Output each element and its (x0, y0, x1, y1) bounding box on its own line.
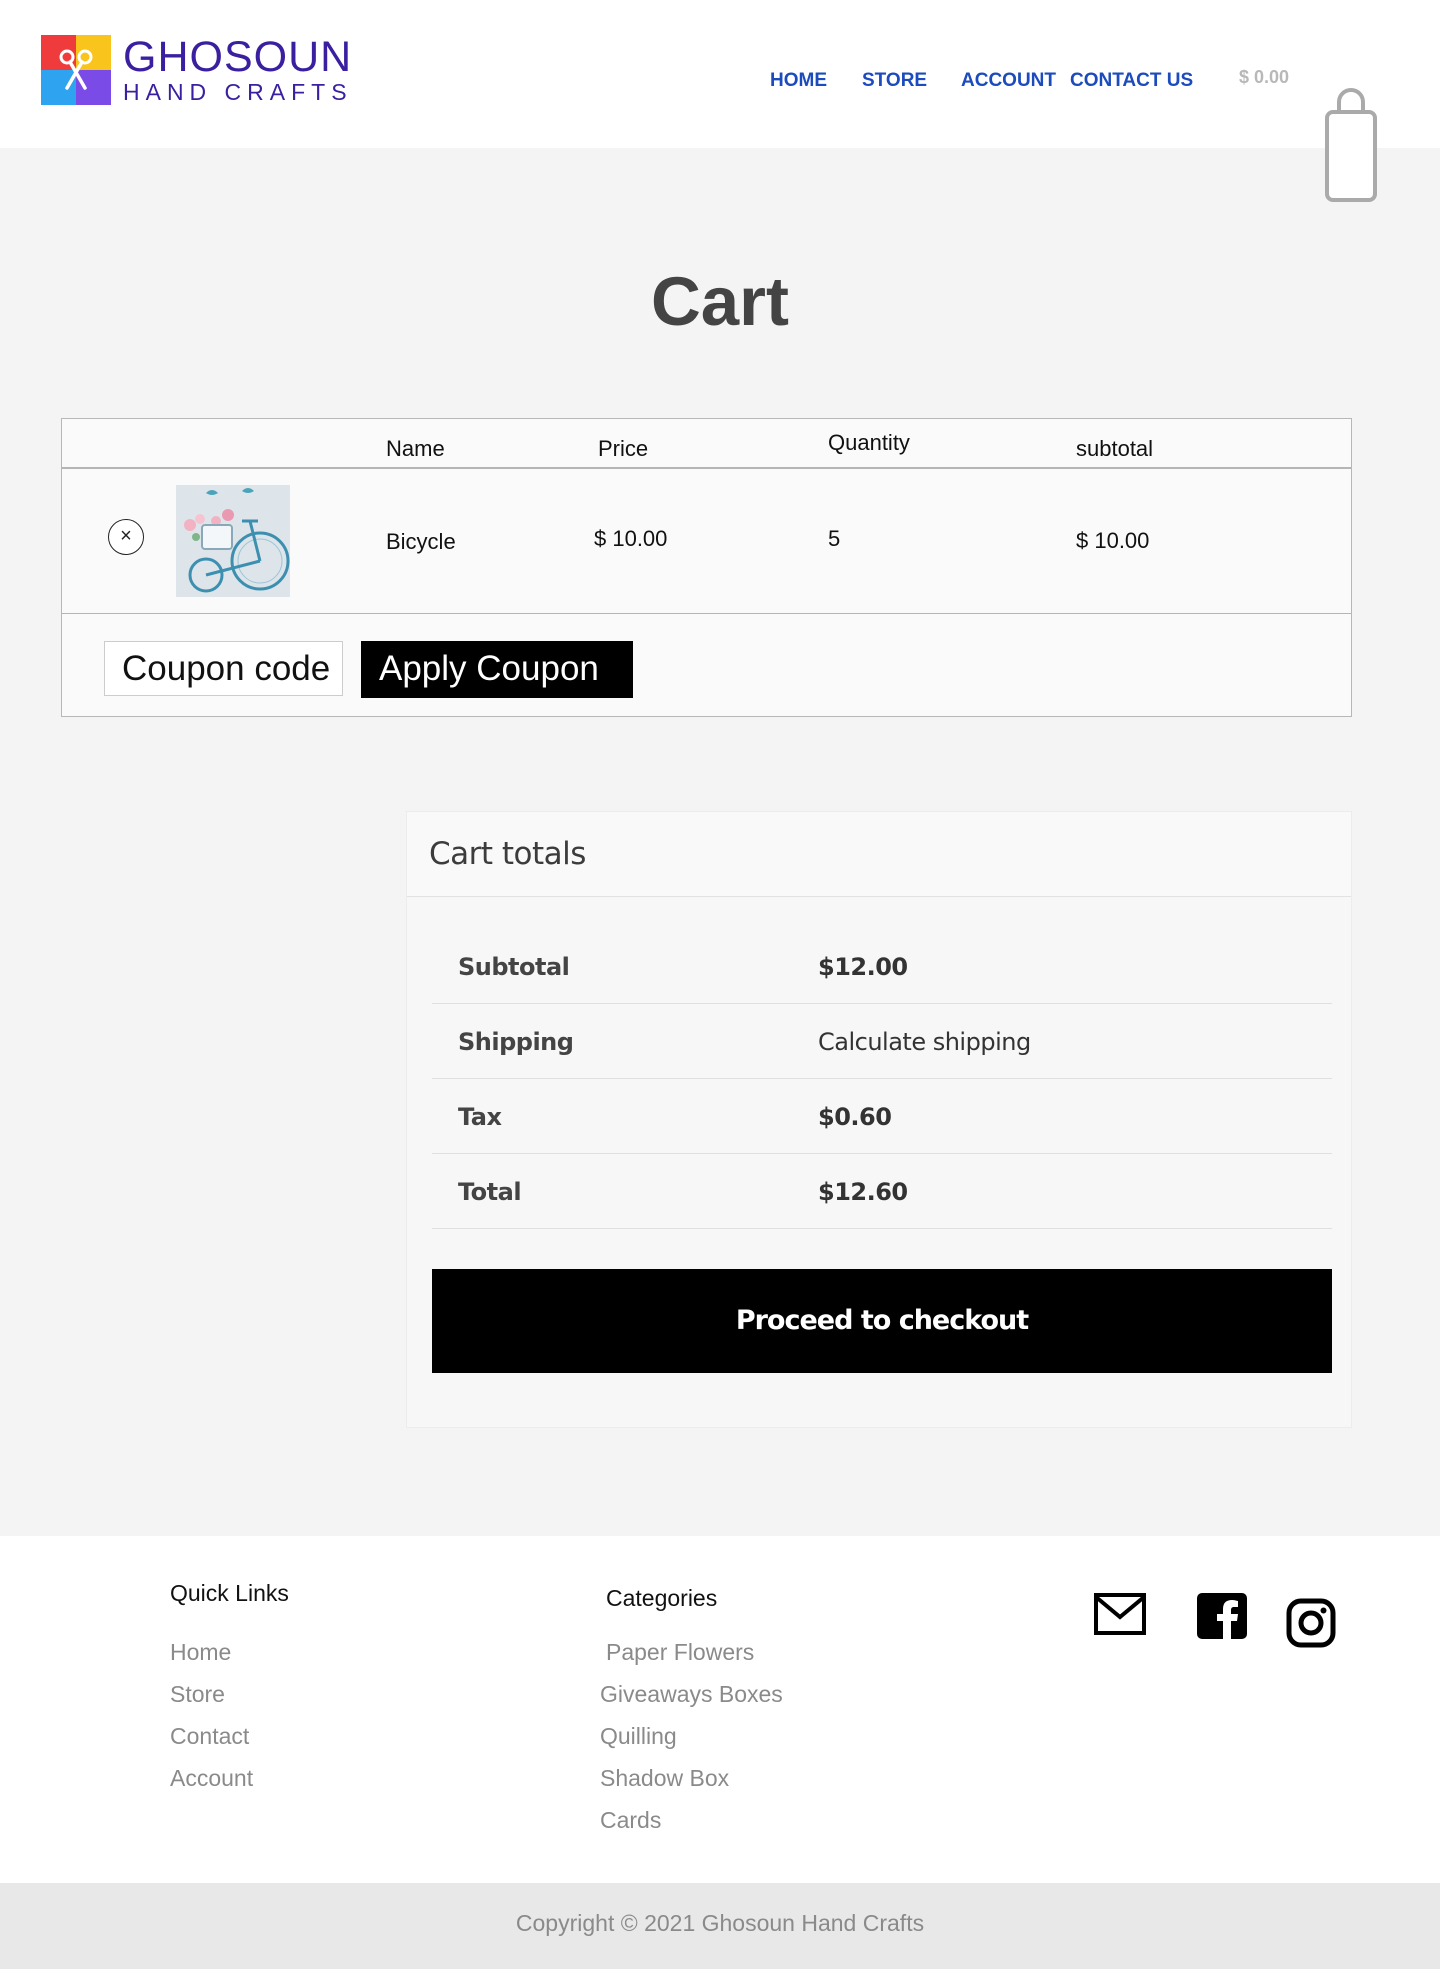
col-price: Price (598, 436, 649, 461)
category-giveaways-boxes[interactable]: Giveaways Boxes (600, 1681, 783, 1708)
item-quantity[interactable]: 5 (828, 526, 840, 552)
page-title: Cart (650, 263, 790, 340)
calculate-shipping-link[interactable]: Calculate shipping (818, 1028, 1031, 1056)
proceed-to-checkout-button[interactable]: Proceed to checkout (432, 1269, 1332, 1373)
copyright-bar: Copyright © 2021 Ghosoun Hand Crafts (0, 1883, 1440, 1969)
quick-links-heading: Quick Links (170, 1580, 289, 1606)
mail-icon[interactable] (1094, 1593, 1146, 1635)
nav-store[interactable]: STORE (862, 70, 927, 92)
totals-row-total: Total $12.60 (432, 1154, 1332, 1229)
coupon-code-input[interactable]: Coupon code (104, 641, 343, 696)
item-name[interactable]: Bicycle (386, 529, 456, 555)
brand-logo[interactable]: GHOSOUN HAND CRAFTS (41, 35, 353, 105)
site-footer: Quick Links Home Store Contact Account C… (0, 1536, 1440, 1883)
cart-totals-title: Cart totals (429, 836, 586, 872)
totals-row-shipping: Shipping Calculate shipping (432, 1004, 1332, 1079)
header-cart-amount[interactable]: $ 0.00 (1239, 67, 1289, 88)
footer-link-contact[interactable]: Contact (170, 1723, 249, 1750)
category-paper-flowers[interactable]: Paper Flowers (606, 1639, 754, 1666)
col-name: Name (386, 436, 445, 461)
remove-item-button[interactable]: × (108, 519, 144, 555)
apply-coupon-button[interactable]: Apply Coupon (361, 641, 633, 698)
cart-item-row: × Bicycle $ 10.00 5 $ 10.00 (62, 469, 1351, 614)
nav-account[interactable]: ACCOUNT (961, 70, 1056, 92)
totals-row-tax: Tax $0.60 (432, 1079, 1332, 1154)
category-quilling[interactable]: Quilling (600, 1723, 677, 1750)
category-shadow-box[interactable]: Shadow Box (600, 1765, 729, 1792)
facebook-icon[interactable] (1197, 1593, 1247, 1639)
nav-home[interactable]: HOME (770, 70, 827, 92)
cart-table: Name Price Quantity subtotal × Bicycle $… (61, 418, 1352, 717)
scissors-icon (59, 49, 93, 90)
site-header: GHOSOUN HAND CRAFTS HOME STORE ACCOUNT C… (0, 0, 1440, 202)
category-cards[interactable]: Cards (600, 1807, 661, 1834)
cart-totals: Cart totals Subtotal $12.00 Shipping Cal… (406, 811, 1352, 1428)
nav-contact-us[interactable]: CONTACT US (1070, 70, 1193, 92)
logo-mark (41, 35, 111, 105)
item-subtotal: $ 10.00 (1076, 528, 1150, 553)
col-quantity: Quantity (828, 430, 910, 455)
categories-heading: Categories (606, 1585, 718, 1611)
footer-link-home[interactable]: Home (170, 1639, 231, 1666)
brand-name: GHOSOUN (123, 33, 353, 81)
shopping-bag-icon[interactable] (1323, 82, 1379, 204)
product-thumbnail[interactable] (176, 485, 290, 597)
footer-link-account[interactable]: Account (170, 1765, 253, 1792)
instagram-icon[interactable] (1286, 1598, 1336, 1648)
cart-table-header: Name Price Quantity subtotal (62, 419, 1351, 469)
col-subtotal: subtotal (1076, 436, 1154, 461)
totals-row-subtotal: Subtotal $12.00 (432, 929, 1332, 1004)
brand-tagline: HAND CRAFTS (123, 79, 353, 105)
item-price: $ 10.00 (594, 526, 668, 551)
footer-link-store[interactable]: Store (170, 1681, 225, 1708)
